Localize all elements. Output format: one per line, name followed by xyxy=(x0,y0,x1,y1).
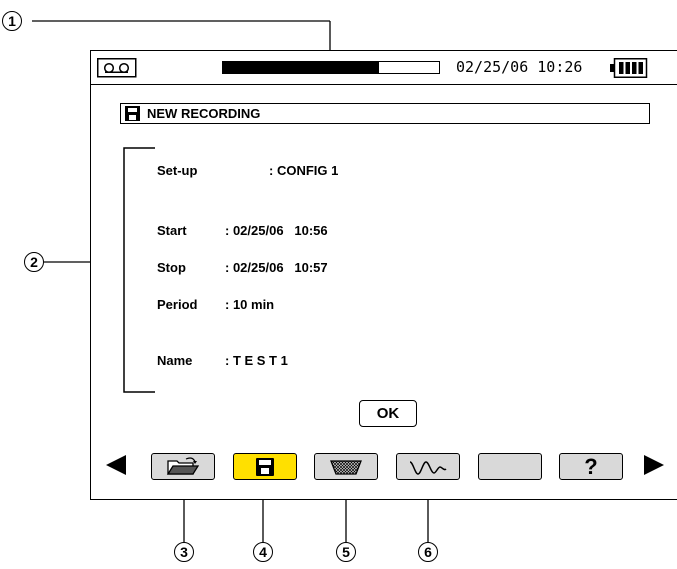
recording-progress-bar xyxy=(222,61,440,74)
status-bar: 02/25/06 10:26 xyxy=(91,51,677,85)
progress-fill xyxy=(223,62,379,73)
delete-button[interactable] xyxy=(314,453,378,480)
help-button[interactable]: ? xyxy=(559,453,623,480)
battery-icon xyxy=(610,58,648,78)
fields-bracket xyxy=(123,147,155,393)
callout-3: 3 xyxy=(174,542,194,562)
trash-bin-icon xyxy=(330,459,362,475)
recording-title-bar: NEW RECORDING xyxy=(120,103,650,124)
callout-4: 4 xyxy=(253,542,273,562)
name-value: : T E S T 1 xyxy=(225,353,288,368)
open-file-button[interactable] xyxy=(151,453,215,480)
help-icon: ? xyxy=(584,453,598,479)
setup-label: Set-up xyxy=(157,163,198,178)
datetime: 02/25/06 10:26 xyxy=(456,58,583,76)
cassette-tape-icon xyxy=(97,58,137,78)
waveform-button[interactable] xyxy=(396,453,460,480)
floppy-disk-icon xyxy=(256,457,274,476)
floppy-disk-icon xyxy=(125,106,140,121)
ok-button[interactable]: OK xyxy=(359,400,417,427)
start-value: : 02/25/06 10:56 xyxy=(225,223,328,238)
left-arrow-icon[interactable] xyxy=(106,455,126,475)
right-arrow-icon[interactable] xyxy=(644,455,664,475)
start-label: Start xyxy=(157,223,187,238)
callout-1: 1 xyxy=(2,11,22,31)
setup-value: : CONFIG 1 xyxy=(269,163,339,178)
stop-label: Stop xyxy=(157,260,186,275)
stop-value: : 02/25/06 10:57 xyxy=(225,260,328,275)
page-title: NEW RECORDING xyxy=(147,106,261,121)
period-label: Period xyxy=(157,297,198,312)
waveform-icon xyxy=(409,460,447,475)
name-label: Name xyxy=(157,353,193,368)
period-value: : 10 min xyxy=(225,297,275,312)
callout-2: 2 xyxy=(24,252,44,272)
callout-5: 5 xyxy=(336,542,356,562)
open-folder-icon xyxy=(166,457,200,475)
callout-6: 6 xyxy=(418,542,438,562)
blank-function-button[interactable] xyxy=(478,453,542,480)
save-button[interactable] xyxy=(233,453,297,480)
device-screen: 02/25/06 10:26 NEW RECORDING Set-up : CO… xyxy=(90,50,677,500)
